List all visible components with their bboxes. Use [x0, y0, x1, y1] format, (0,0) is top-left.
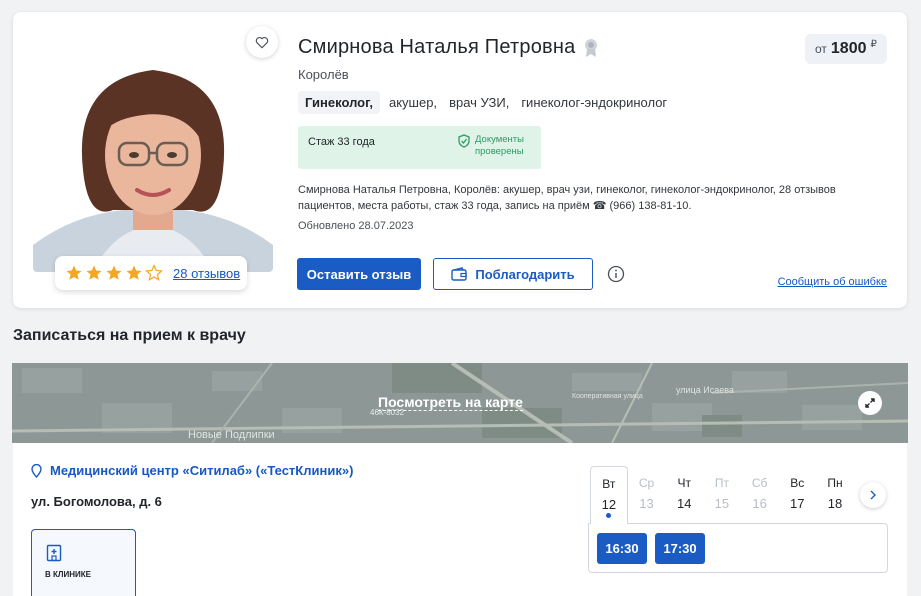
clinic-row: Медицинский центр «Ситилаб» («ТестКлиник…: [31, 463, 353, 478]
verified-docs: Документы проверены: [458, 134, 524, 158]
day-number: 13: [639, 496, 654, 511]
day-name: Сб: [751, 476, 768, 490]
star-filled-icon: [106, 265, 122, 280]
star-filled-icon: [126, 265, 142, 280]
verified-line-2: проверены: [475, 146, 524, 157]
star-filled-icon: [66, 265, 82, 280]
specialty[interactable]: гинеколог-эндокринолог: [518, 91, 670, 114]
doctor-card: 28 отзывов Смирнова Наталья Петровна Кор…: [13, 12, 907, 308]
award-icon: [585, 38, 598, 57]
map-district-label: Новые Подлипки: [188, 429, 275, 441]
time-slot-button[interactable]: 17:30: [655, 533, 705, 564]
day-tab[interactable]: Пн 18: [816, 466, 854, 524]
info-icon[interactable]: [607, 265, 625, 283]
leave-review-button[interactable]: Оставить отзыв: [297, 258, 421, 290]
visit-type-card[interactable]: В КЛИНИКЕ: [31, 529, 136, 596]
day-number: 18: [827, 496, 843, 511]
day-tab[interactable]: Пт 15: [703, 466, 741, 524]
price-badge: от 1800 ₽: [805, 34, 887, 64]
day-name: Вт: [602, 477, 616, 491]
booking-title: Записаться на прием к врачу: [13, 327, 246, 344]
specialty[interactable]: врач УЗИ,: [446, 91, 512, 114]
visit-type-label: В КЛИНИКЕ: [45, 570, 91, 579]
day-number: 15: [714, 496, 730, 511]
day-number: 12: [601, 497, 617, 512]
clinic-address: ул. Богомолова, д. 6: [31, 494, 162, 509]
day-tab[interactable]: Вт 12: [590, 466, 628, 524]
time-slots: 16:30 17:30: [588, 523, 888, 573]
day-tab[interactable]: Вс 17: [778, 466, 816, 524]
view-map-link[interactable]: Посмотреть на карте: [378, 394, 523, 411]
verified-line-1: Документы: [475, 134, 524, 145]
thank-button[interactable]: Поблагодарить: [433, 258, 593, 290]
star-empty-icon: [145, 264, 163, 281]
heart-icon: [255, 36, 269, 48]
clinic-booking: Медицинский центр «Ситилаб» («ТестКлиник…: [13, 443, 907, 596]
day-name: Пн: [827, 476, 843, 490]
reviews-link[interactable]: 28 отзывов: [173, 266, 240, 281]
day-tab[interactable]: Ср 13: [628, 466, 666, 524]
specialty[interactable]: акушер,: [386, 91, 440, 114]
next-days-button[interactable]: [860, 482, 886, 508]
day-number: 14: [676, 496, 692, 511]
selected-day-dot: [606, 513, 612, 518]
specialty-main[interactable]: Гинеколог,: [298, 91, 380, 114]
star-filled-icon: [86, 265, 102, 280]
time-slot-button[interactable]: 16:30: [597, 533, 647, 564]
report-error-link[interactable]: Сообщить об ошибке: [778, 276, 887, 288]
price-prefix: от: [815, 42, 827, 56]
doctor-name-row: Смирнова Наталья Петровна: [298, 36, 599, 59]
date-selector: Вт 12 Ср 13 Чт 14 Пт 15 Сб 16 Вс 17 Пн 18: [590, 466, 854, 524]
wallet-icon: [451, 267, 468, 281]
price-value: 1800: [830, 40, 867, 57]
clinic-name-link[interactable]: Медицинский центр «Ситилаб» («ТестКлиник…: [50, 463, 353, 478]
doctor-name: Смирнова Наталья Петровна: [298, 36, 576, 58]
day-name: Ср: [638, 476, 655, 490]
day-tab[interactable]: Сб 16: [741, 466, 779, 524]
thank-button-label: Поблагодарить: [475, 266, 575, 282]
rating-stars: [65, 264, 163, 282]
day-number: 16: [752, 496, 767, 511]
shield-check-icon: [458, 134, 470, 148]
doctor-description: Смирнова Наталья Петровна, Королёв: акуш…: [298, 184, 836, 212]
chevron-right-icon: [870, 490, 876, 500]
day-tab[interactable]: Чт 14: [665, 466, 703, 524]
updated-date: Обновлено 28.07.2023: [298, 220, 414, 232]
doctor-city: Королёв: [298, 67, 349, 82]
rating-box: 28 отзывов: [55, 256, 247, 290]
experience-box: Стаж 33 года Документы проверены: [298, 126, 541, 169]
day-name: Пт: [714, 476, 729, 490]
favorite-button[interactable]: [246, 26, 278, 58]
doctor-photo: [33, 40, 273, 272]
day-number: 17: [790, 496, 805, 511]
map-preview[interactable]: 46К-8032 Новые Подлипки улица Исаева Коо…: [12, 363, 908, 443]
experience-text: Стаж 33 года: [308, 136, 375, 148]
map-street-label: Кооперативная улица: [572, 393, 643, 400]
day-name: Чт: [677, 476, 691, 490]
map-expand-button[interactable]: [858, 391, 882, 415]
map-street-label: улица Исаева: [676, 385, 734, 395]
price-currency: ₽: [870, 39, 877, 50]
specialties: Гинеколог, акушер, врач УЗИ, гинеколог-э…: [298, 91, 670, 114]
expand-icon: [865, 398, 875, 408]
day-name: Вс: [790, 476, 805, 490]
location-pin-icon: [31, 463, 42, 478]
clinic-building-icon: [46, 544, 62, 562]
